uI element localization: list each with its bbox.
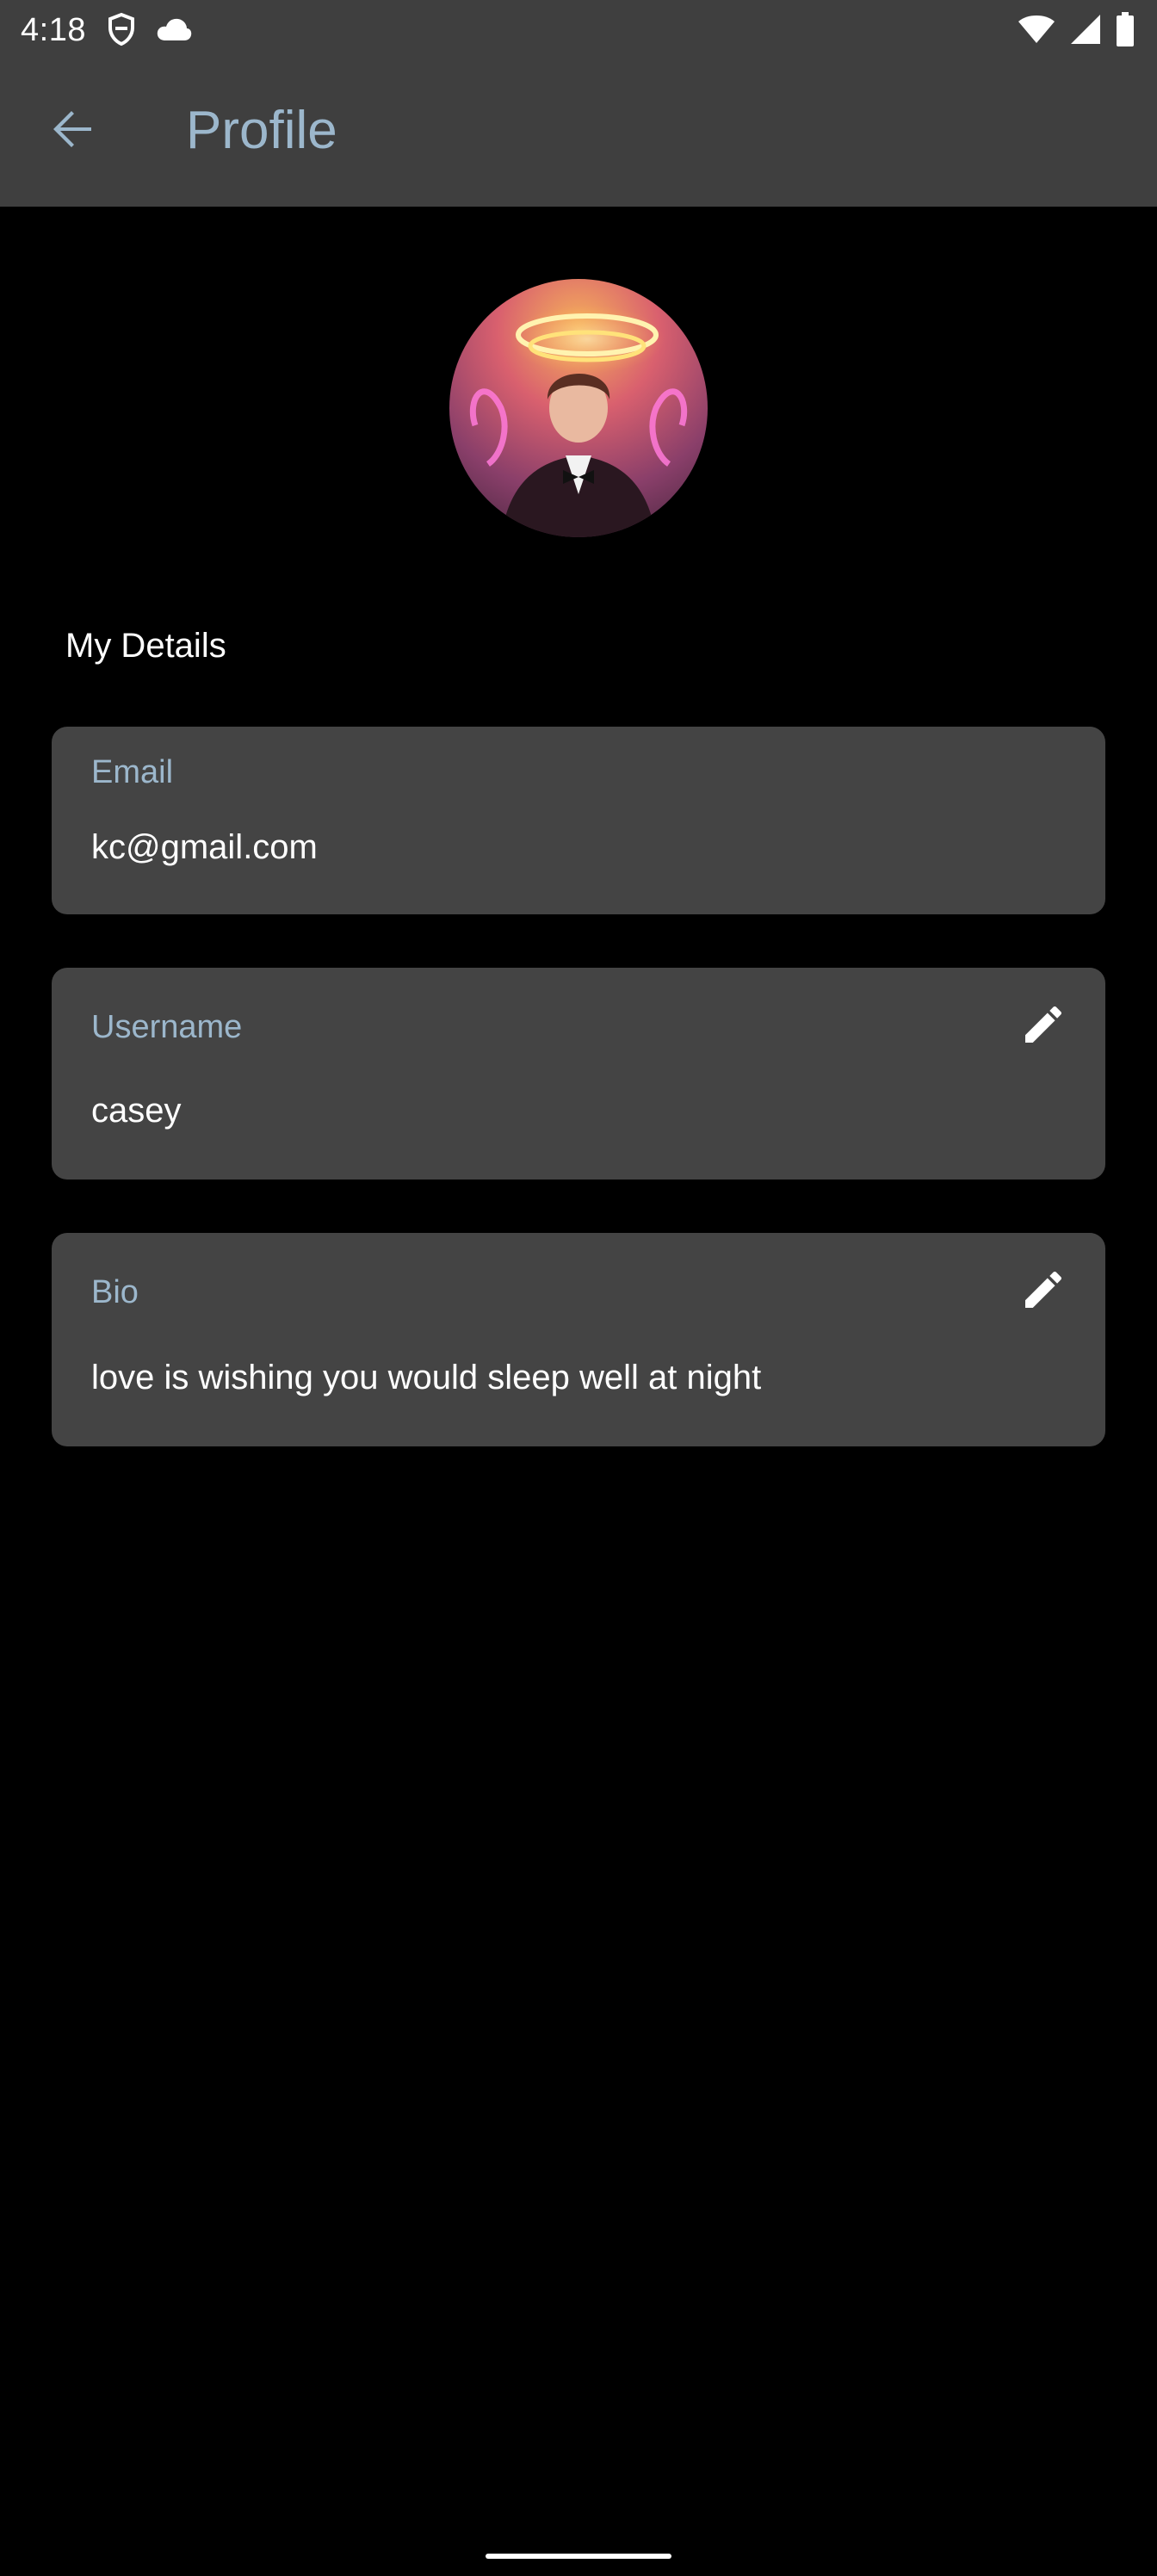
cloud-icon <box>155 16 193 46</box>
username-card: Username casey <box>52 968 1105 1180</box>
battery-icon <box>1116 12 1135 51</box>
bio-card: Bio love is wishing you would sleep well… <box>52 1233 1105 1446</box>
pencil-icon <box>1019 1000 1067 1053</box>
username-label: Username <box>91 1009 243 1045</box>
wifi-icon <box>1018 14 1055 49</box>
email-card: Email kc@gmail.com <box>52 727 1105 914</box>
home-indicator[interactable] <box>486 2554 671 2559</box>
avatar[interactable] <box>449 279 708 537</box>
section-title: My Details <box>65 627 226 665</box>
app-bar: Profile <box>0 62 1157 207</box>
arrow-back-icon <box>50 107 95 156</box>
email-value: kc@gmail.com <box>91 828 318 866</box>
edit-bio-button[interactable] <box>1012 1260 1074 1322</box>
bio-label: Bio <box>91 1274 139 1310</box>
shield-notification-icon <box>107 12 136 51</box>
status-left-icons <box>107 12 193 51</box>
page-title: Profile <box>186 101 337 160</box>
username-value: casey <box>91 1092 182 1130</box>
bio-value: love is wishing you would sleep well at … <box>91 1359 762 1396</box>
status-right-icons <box>1018 12 1135 51</box>
email-label: Email <box>91 754 174 790</box>
back-button[interactable] <box>38 96 107 165</box>
status-bar: 4:18 <box>0 0 1157 62</box>
status-time: 4:18 <box>21 12 86 48</box>
edit-username-button[interactable] <box>1012 995 1074 1057</box>
signal-icon <box>1069 13 1102 50</box>
pencil-icon <box>1019 1266 1067 1318</box>
